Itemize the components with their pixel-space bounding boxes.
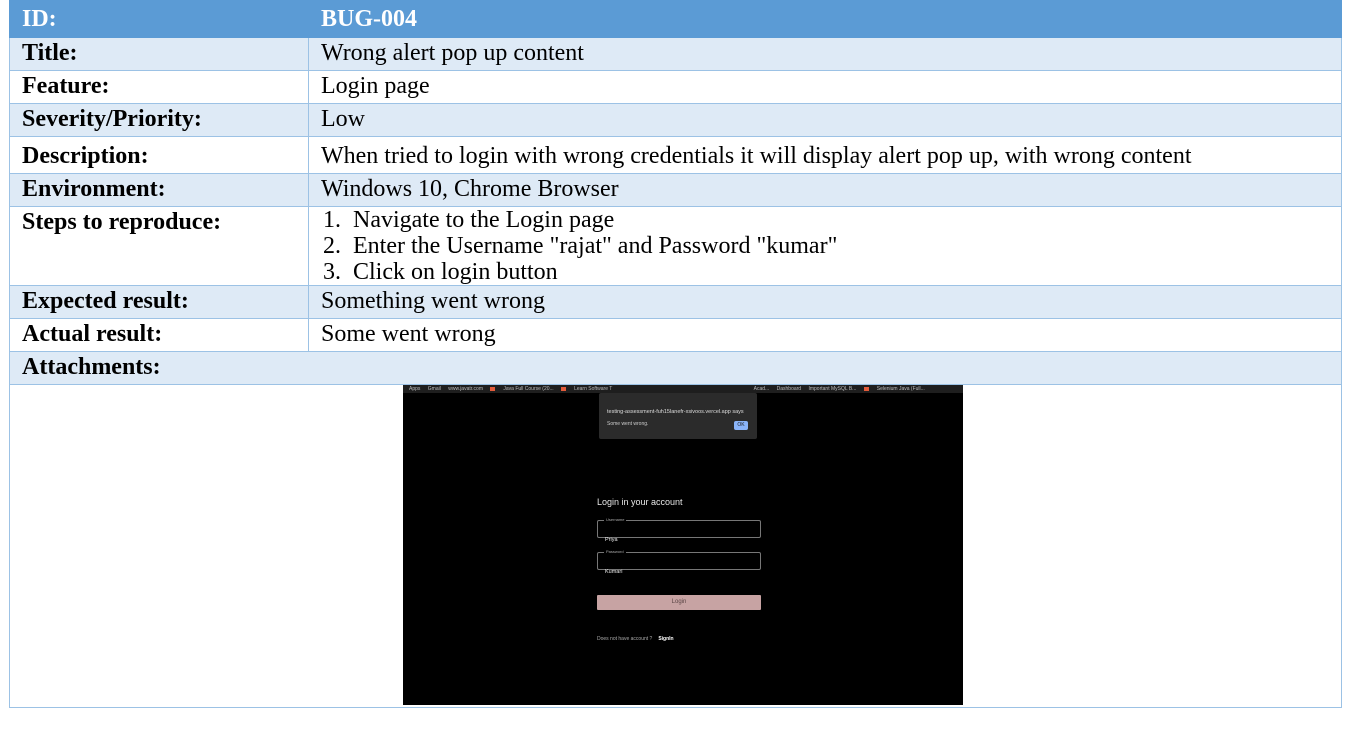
step-item: 3. Click on login button <box>323 259 1331 285</box>
bookmark-item: Important MySQL B... <box>808 386 857 392</box>
feature-value: Login page <box>308 70 1342 104</box>
step-number: 2. <box>323 233 341 259</box>
signin-link: SignIn <box>658 636 674 642</box>
row-feature: Feature: Login page <box>9 70 1342 104</box>
steps-label: Steps to reproduce: <box>9 206 309 286</box>
step-item: 2. Enter the Username "rajat" and Passwor… <box>323 233 1331 259</box>
environment-value: Windows 10, Chrome Browser <box>308 173 1342 207</box>
row-attachment-image: Apps Gmail www.javatr.com Java Full Cour… <box>9 384 1342 708</box>
row-steps: Steps to reproduce: 1. Navigate to the Lo… <box>9 206 1342 286</box>
step-number: 1. <box>323 207 341 233</box>
attachments-label: Attachments: <box>9 351 1342 385</box>
feature-label: Feature: <box>9 70 309 104</box>
actual-label: Actual result: <box>9 318 309 352</box>
attachment-cell: Apps Gmail www.javatr.com Java Full Cour… <box>9 384 1342 708</box>
bookmark-item: Selenium Java (Full... <box>863 386 925 392</box>
environment-label: Environment: <box>9 173 309 207</box>
step-number: 3. <box>323 259 341 285</box>
row-title: Title: Wrong alert pop up content <box>9 37 1342 71</box>
steps-list: 1. Navigate to the Login page 2. Enter the… <box>323 207 1331 285</box>
description-label: Description: <box>9 136 309 174</box>
youtube-icon <box>490 386 496 391</box>
bookmark-item: Learn Software T <box>561 386 612 392</box>
step-item: 1. Navigate to the Login page <box>323 207 1331 233</box>
youtube-icon <box>561 386 567 391</box>
severity-label: Severity/Priority: <box>9 103 309 137</box>
steps-value: 1. Navigate to the Login page 2. Enter the… <box>308 206 1342 286</box>
title-value: Wrong alert pop up content <box>308 37 1342 71</box>
youtube-icon <box>863 386 869 391</box>
bug-report-table: ID: BUG-004 Title: Wrong alert pop up co… <box>9 0 1342 708</box>
expected-label: Expected result: <box>9 285 309 319</box>
password-label: Password <box>604 549 626 555</box>
id-value: BUG-004 <box>308 0 1342 38</box>
row-id: ID: BUG-004 <box>9 0 1342 38</box>
signup-prompt: Does not have account ? SignIn <box>597 624 674 654</box>
title-label: Title: <box>9 37 309 71</box>
username-field: Username Priya <box>597 517 761 543</box>
bookmark-item: Java Full Course (20... <box>490 386 554 392</box>
bookmark-item: Dashboard <box>776 386 802 392</box>
login-title: Login in your account <box>597 497 683 507</box>
bookmarks-bar: Apps Gmail www.javatr.com Java Full Cour… <box>403 385 963 393</box>
row-expected: Expected result: Something went wrong <box>9 285 1342 319</box>
alert-ok-button: OK <box>734 421 748 430</box>
row-attachments: Attachments: <box>9 351 1342 385</box>
row-description: Description: When tried to login with wr… <box>9 136 1342 174</box>
password-field: Password Kumari <box>597 549 761 575</box>
no-account-text: Does not have account ? <box>597 636 653 642</box>
step-text: Navigate to the Login page <box>353 207 615 233</box>
step-text: Click on login button <box>353 259 558 285</box>
step-text: Enter the Username "rajat" and Password … <box>353 233 838 259</box>
attachment-screenshot: Apps Gmail www.javatr.com Java Full Cour… <box>403 385 963 705</box>
row-environment: Environment: Windows 10, Chrome Browser <box>9 173 1342 207</box>
id-label: ID: <box>9 0 309 38</box>
bookmark-item: Apps <box>409 386 421 392</box>
bookmark-item: Gmail <box>427 386 441 392</box>
actual-value: Some went wrong <box>308 318 1342 352</box>
row-severity: Severity/Priority: Low <box>9 103 1342 137</box>
password-value: Kumari <box>605 569 623 575</box>
login-button: Login <box>597 595 761 610</box>
description-value: When tried to login with wrong credentia… <box>308 136 1342 174</box>
row-actual: Actual result: Some went wrong <box>9 318 1342 352</box>
alert-dialog: testing-assessment-fuh15lanefr-xsivoos.v… <box>599 393 757 439</box>
severity-value: Low <box>308 103 1342 137</box>
expected-value: Something went wrong <box>308 285 1342 319</box>
bookmark-item: Acad... <box>753 386 770 392</box>
alert-message: Some went wrong. <box>607 421 649 427</box>
username-label: Username <box>604 517 627 523</box>
bookmark-item: www.javatr.com <box>448 386 483 392</box>
